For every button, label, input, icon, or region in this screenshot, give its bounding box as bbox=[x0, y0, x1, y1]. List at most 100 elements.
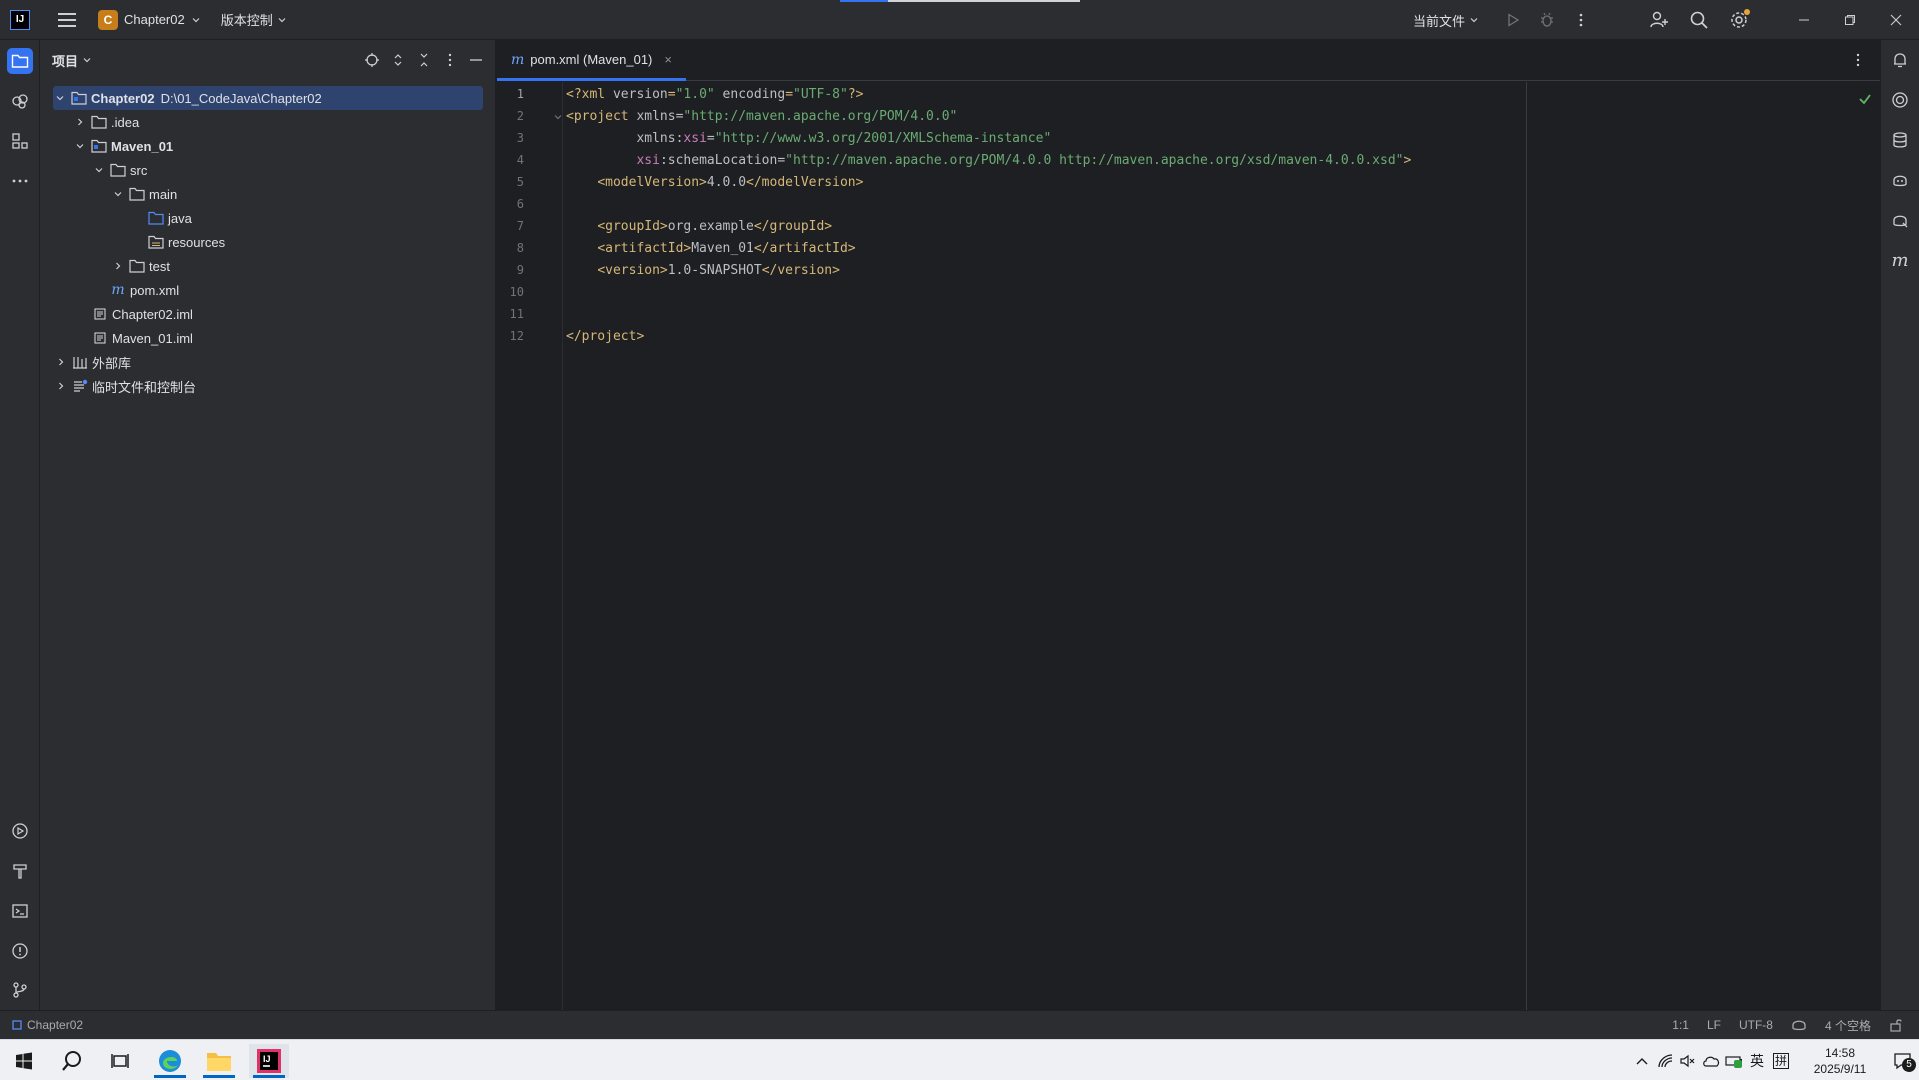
chevron-down-icon[interactable] bbox=[111, 187, 125, 201]
chevron-up-icon[interactable] bbox=[1631, 1050, 1653, 1072]
onedrive-icon[interactable] bbox=[1700, 1050, 1722, 1072]
tree-item-maven01[interactable]: Maven_01 bbox=[40, 134, 496, 158]
code-line[interactable]: <modelVersion>4.0.0</modelVersion> bbox=[566, 172, 863, 194]
chevron-down-icon[interactable] bbox=[73, 139, 87, 153]
chevron-right-icon[interactable] bbox=[73, 115, 87, 129]
tree-item-maven01-iml[interactable]: Maven_01.iml bbox=[40, 326, 496, 350]
intellij-logo-icon[interactable]: IJ bbox=[10, 9, 30, 30]
system-clock[interactable]: 14:58 2025/9/11 bbox=[1800, 1045, 1880, 1077]
ai-assistant-icon[interactable] bbox=[1888, 88, 1912, 112]
tree-item-src[interactable]: src bbox=[40, 158, 496, 182]
chevron-down-icon[interactable] bbox=[92, 163, 106, 177]
services-tool-button[interactable] bbox=[7, 818, 33, 844]
line-separator[interactable]: LF bbox=[1707, 1018, 1721, 1032]
chevron-right-icon[interactable] bbox=[111, 259, 125, 273]
minimize-icon[interactable] bbox=[1781, 0, 1827, 40]
restore-icon[interactable] bbox=[1827, 0, 1873, 40]
file-encoding[interactable]: UTF-8 bbox=[1739, 1018, 1773, 1032]
fold-chevron-icon[interactable] bbox=[553, 112, 563, 122]
code-line[interactable]: </project> bbox=[566, 326, 644, 348]
vcs-selector[interactable]: 版本控制 bbox=[221, 10, 287, 29]
git-tool-button[interactable] bbox=[7, 977, 33, 1003]
indent-setting[interactable]: 4 个空格 bbox=[1825, 1017, 1871, 1034]
code-line[interactable]: <?xml version="1.0" encoding="UTF-8"?> bbox=[566, 84, 863, 106]
maven-icon[interactable]: m bbox=[1888, 248, 1912, 272]
intellij-icon[interactable]: IJ bbox=[249, 1044, 289, 1078]
copilot-status-icon[interactable] bbox=[1791, 1018, 1807, 1032]
chevron-down-icon[interactable] bbox=[53, 91, 67, 105]
project-selector[interactable]: C Chapter02 bbox=[98, 9, 201, 30]
tree-item-resources[interactable]: resources bbox=[40, 230, 496, 254]
more-tools-button[interactable] bbox=[7, 168, 33, 194]
menu-icon[interactable] bbox=[58, 9, 80, 31]
project-tool-button[interactable] bbox=[7, 48, 33, 74]
task-view-icon[interactable] bbox=[100, 1044, 140, 1078]
extensions-tool-button[interactable] bbox=[7, 88, 33, 114]
database-icon[interactable] bbox=[1888, 128, 1912, 152]
copilot-icon[interactable] bbox=[1888, 168, 1912, 192]
tree-item-pom-xml[interactable]: m pom.xml bbox=[40, 278, 496, 302]
options-icon[interactable] bbox=[439, 49, 461, 71]
caret-position[interactable]: 1:1 bbox=[1672, 1018, 1689, 1032]
tab-pom-xml[interactable]: m pom.xml (Maven_01) × bbox=[497, 39, 686, 81]
file-explorer-icon[interactable] bbox=[199, 1044, 239, 1078]
settings-icon[interactable] bbox=[1727, 8, 1751, 32]
tree-item-main[interactable]: main bbox=[40, 182, 496, 206]
breadcrumb[interactable]: Chapter02 bbox=[12, 1018, 83, 1032]
more-vertical-icon[interactable] bbox=[1569, 8, 1593, 32]
code-token: <project bbox=[566, 109, 637, 124]
run-config-selector[interactable]: 当前文件 bbox=[1413, 11, 1479, 30]
code-line[interactable]: <project xmlns="http://maven.apache.org/… bbox=[566, 106, 957, 128]
chevron-right-icon[interactable] bbox=[54, 379, 68, 393]
code-line[interactable]: <groupId>org.example</groupId> bbox=[566, 216, 832, 238]
tree-item-external-libraries[interactable]: 外部库 bbox=[40, 350, 496, 374]
debug-icon[interactable] bbox=[1535, 8, 1559, 32]
code-with-me-icon[interactable] bbox=[1888, 208, 1912, 232]
code-line[interactable]: <version>1.0-SNAPSHOT</version> bbox=[566, 260, 840, 282]
problems-tool-button[interactable] bbox=[7, 938, 33, 964]
run-icon[interactable] bbox=[1501, 8, 1525, 32]
line-number: 5 bbox=[516, 175, 524, 189]
network-icon[interactable] bbox=[1654, 1050, 1676, 1072]
battery-icon[interactable] bbox=[1723, 1050, 1745, 1072]
line-number: 3 bbox=[516, 131, 524, 145]
code-line[interactable]: xmlns:xsi="http://www.w3.org/2001/XMLSch… bbox=[566, 128, 1051, 150]
search-icon[interactable] bbox=[1687, 8, 1711, 32]
tree-item-chapter02-iml[interactable]: Chapter02.iml bbox=[40, 302, 496, 326]
tree-item-chapter02[interactable]: Chapter02 D:\01_CodeJava\Chapter02 bbox=[53, 86, 483, 110]
notifications-icon[interactable] bbox=[1888, 48, 1912, 72]
expand-all-icon[interactable] bbox=[387, 49, 409, 71]
collapse-all-icon[interactable] bbox=[413, 49, 435, 71]
notification-center-icon[interactable]: 5 bbox=[1888, 1050, 1918, 1072]
edge-icon[interactable] bbox=[150, 1044, 190, 1078]
windows-taskbar: IJ 英 拼 14:58 2025/9/11 5 bbox=[0, 1039, 1919, 1080]
hide-icon[interactable] bbox=[465, 49, 487, 71]
tree-item-java[interactable]: java bbox=[40, 206, 496, 230]
code-token: "http://www.w3.org/2001/XMLSchema-instan… bbox=[714, 131, 1052, 146]
readonly-toggle-icon[interactable] bbox=[1889, 1018, 1903, 1032]
code-token: > bbox=[1403, 153, 1412, 168]
code-line[interactable]: xsi:schemaLocation="http://maven.apache.… bbox=[566, 150, 1411, 172]
close-tab-icon[interactable]: × bbox=[664, 52, 672, 67]
tree-item-idea[interactable]: .idea bbox=[40, 110, 496, 134]
tree-item-scratches[interactable]: 临时文件和控制台 bbox=[40, 374, 496, 398]
search-icon[interactable] bbox=[52, 1044, 92, 1078]
close-icon[interactable] bbox=[1873, 0, 1919, 40]
build-tool-button[interactable] bbox=[7, 858, 33, 884]
check-icon[interactable] bbox=[1858, 92, 1872, 106]
add-user-icon[interactable] bbox=[1647, 8, 1671, 32]
chevron-right-icon[interactable] bbox=[54, 355, 68, 369]
terminal-tool-button[interactable] bbox=[7, 898, 33, 924]
tree-item-test[interactable]: test bbox=[40, 254, 496, 278]
locate-icon[interactable] bbox=[361, 49, 383, 71]
project-view-selector[interactable]: 项目 bbox=[52, 51, 92, 70]
ime-mode[interactable]: 英 bbox=[1746, 1050, 1768, 1072]
volume-muted-icon[interactable] bbox=[1677, 1050, 1699, 1072]
windows-start-icon[interactable] bbox=[4, 1044, 44, 1078]
ime-layout[interactable]: 拼 bbox=[1773, 1052, 1789, 1069]
more-vertical-icon[interactable] bbox=[1850, 52, 1866, 68]
structure-tool-button[interactable] bbox=[7, 128, 33, 154]
code-line[interactable]: <artifactId>Maven_01</artifactId> bbox=[566, 238, 855, 260]
